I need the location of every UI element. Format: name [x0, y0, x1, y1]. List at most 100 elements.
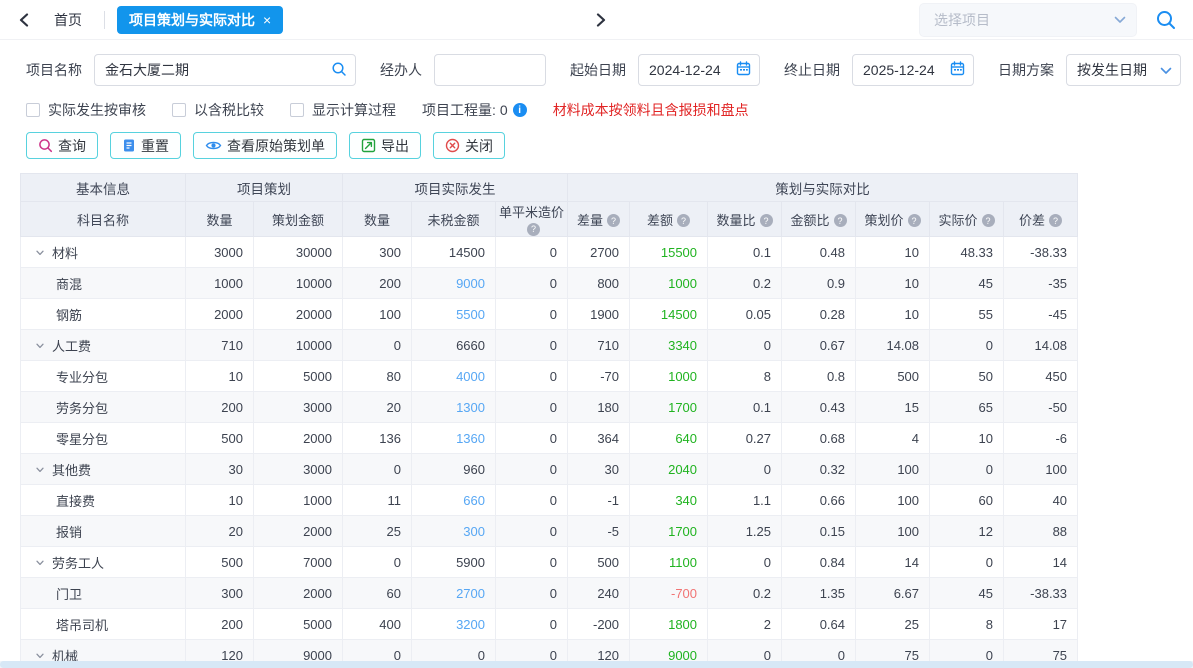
agent-field[interactable]: [434, 54, 546, 86]
agent-input[interactable]: [445, 62, 537, 78]
untaxed-amount-link[interactable]: 9000: [456, 276, 485, 291]
project-name-field[interactable]: [94, 54, 356, 86]
value-cell[interactable]: 3200: [412, 609, 496, 640]
value-cell[interactable]: 4000: [412, 361, 496, 392]
value-cell[interactable]: 1300: [412, 392, 496, 423]
checkbox-icon[interactable]: [172, 103, 186, 117]
value-cell: 88: [1004, 516, 1078, 547]
close-button[interactable]: 关闭: [433, 132, 505, 159]
view-original-plan-label: 查看原始策划单: [227, 136, 325, 156]
column-header: 数量: [343, 202, 412, 237]
query-button[interactable]: 查询: [26, 132, 98, 159]
value-cell: 40: [1004, 485, 1078, 516]
help-icon[interactable]: ?: [527, 223, 540, 236]
value-cell: 2000: [254, 423, 343, 454]
table-row: 人工费71010000066600710334000.6714.08014.08: [21, 330, 1078, 361]
column-header: 数量: [186, 202, 254, 237]
table-row: 其他费3030000960030204000.321000100: [21, 454, 1078, 485]
project-select[interactable]: 选择项目: [919, 3, 1137, 37]
untaxed-amount-link[interactable]: 1360: [456, 431, 485, 446]
value-cell: 0: [496, 423, 568, 454]
value-cell: 100: [856, 454, 930, 485]
untaxed-amount-link[interactable]: 1300: [456, 400, 485, 415]
value-cell: 0.1: [708, 237, 782, 268]
search-icon[interactable]: [331, 61, 347, 80]
value-cell[interactable]: 2700: [412, 578, 496, 609]
tabs-scroll-left-icon[interactable]: [12, 8, 36, 32]
end-date-field[interactable]: [852, 54, 974, 86]
tab-close-icon[interactable]: ×: [263, 12, 271, 28]
export-icon: [361, 138, 376, 153]
checkbox-actual-by-audit[interactable]: 实际发生按审核: [26, 100, 146, 120]
help-icon[interactable]: ?: [834, 214, 847, 227]
agent-label: 经办人: [380, 60, 422, 80]
help-icon[interactable]: ?: [908, 214, 921, 227]
value-cell: 8: [708, 361, 782, 392]
help-icon[interactable]: ?: [607, 214, 620, 227]
subject-name-cell[interactable]: 劳务工人: [21, 547, 186, 578]
untaxed-amount-link[interactable]: 5500: [456, 307, 485, 322]
group-header: 项目策划: [186, 174, 343, 202]
value-cell[interactable]: 5500: [412, 299, 496, 330]
reset-button[interactable]: 重置: [110, 132, 181, 159]
subject-name-cell: 劳务分包: [21, 392, 186, 423]
info-icon[interactable]: i: [513, 103, 527, 117]
tabs-scroll-right-icon[interactable]: [589, 8, 613, 32]
horizontal-scrollbar[interactable]: [0, 661, 1193, 668]
value-cell: 0: [708, 547, 782, 578]
subject-name-cell[interactable]: 其他费: [21, 454, 186, 485]
value-cell: 10: [856, 299, 930, 330]
untaxed-amount-link[interactable]: 3200: [456, 617, 485, 632]
calendar-icon[interactable]: [736, 61, 751, 79]
group-header: 策划与实际对比: [568, 174, 1078, 202]
help-icon[interactable]: ?: [677, 214, 690, 227]
global-search-icon[interactable]: [1153, 7, 1179, 33]
end-date-input[interactable]: [863, 62, 950, 78]
eye-icon: [205, 139, 222, 152]
close-button-label: 关闭: [465, 136, 493, 156]
value-cell: 0: [496, 454, 568, 485]
value-cell: 0.48: [782, 237, 856, 268]
value-cell: 0.43: [782, 392, 856, 423]
help-icon[interactable]: ?: [1049, 214, 1062, 227]
calendar-icon[interactable]: [950, 61, 965, 79]
subject-name: 商混: [56, 277, 82, 292]
column-header: 策划价?: [856, 202, 930, 237]
value-cell: 0.66: [782, 485, 856, 516]
value-cell: 100: [856, 485, 930, 516]
untaxed-amount-link[interactable]: 300: [463, 524, 485, 539]
subject-name-cell[interactable]: 材料: [21, 237, 186, 268]
expand-chevron-icon: [35, 248, 45, 258]
untaxed-amount-link[interactable]: 660: [463, 493, 485, 508]
start-date-input[interactable]: [649, 62, 736, 78]
value-cell: 200: [343, 268, 412, 299]
checkbox-icon[interactable]: [26, 103, 40, 117]
help-icon[interactable]: ?: [982, 214, 995, 227]
value-cell: 0: [496, 609, 568, 640]
checkbox-icon[interactable]: [290, 103, 304, 117]
date-plan-select[interactable]: 按发生日期: [1066, 54, 1181, 86]
tab-home[interactable]: 首页: [54, 10, 82, 30]
column-header: 单平米造价?: [496, 202, 568, 237]
project-name-input[interactable]: [105, 62, 331, 78]
untaxed-amount-link[interactable]: 2700: [456, 586, 485, 601]
checkbox-show-calculation[interactable]: 显示计算过程: [290, 100, 396, 120]
value-cell[interactable]: 1360: [412, 423, 496, 454]
start-date-field[interactable]: [638, 54, 760, 86]
checkbox-compare-with-tax[interactable]: 以含税比较: [172, 100, 264, 120]
view-original-plan-button[interactable]: 查看原始策划单: [193, 132, 337, 159]
value-cell: 5000: [254, 361, 343, 392]
subject-name-cell[interactable]: 人工费: [21, 330, 186, 361]
tab-active-compare[interactable]: 项目策划与实际对比 ×: [117, 6, 283, 34]
group-header: 基本信息: [21, 174, 186, 202]
value-cell: 80: [343, 361, 412, 392]
column-header: 差量?: [568, 202, 630, 237]
help-icon[interactable]: ?: [760, 214, 773, 227]
scrollbar-thumb[interactable]: [0, 661, 1193, 668]
export-button[interactable]: 导出: [349, 132, 421, 159]
comparison-table-wrap: 基本信息项目策划项目实际发生策划与实际对比科目名称数量策划金额数量未税金额单平米…: [20, 173, 1193, 668]
value-cell[interactable]: 9000: [412, 268, 496, 299]
value-cell[interactable]: 300: [412, 516, 496, 547]
value-cell[interactable]: 660: [412, 485, 496, 516]
untaxed-amount-link[interactable]: 4000: [456, 369, 485, 384]
